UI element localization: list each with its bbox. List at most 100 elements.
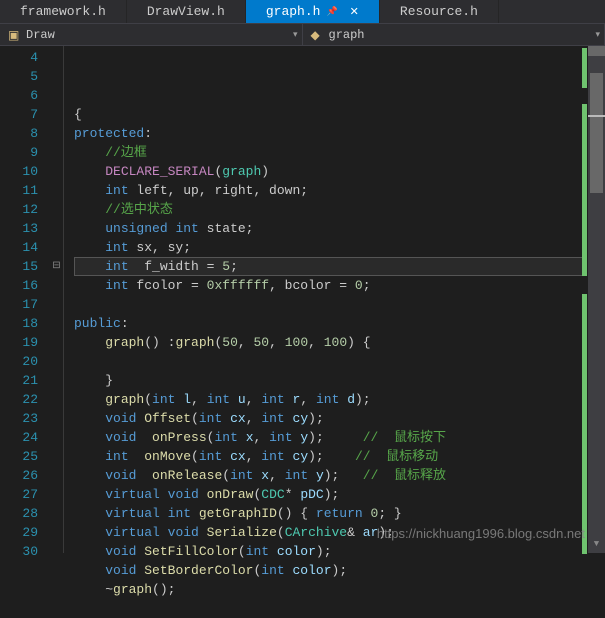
code-editor[interactable]: 4567891011121314151617181920212223242526… [0,46,605,553]
code-line[interactable]: int left, up, right, down; [74,181,605,200]
line-number: 20 [0,352,38,371]
code-line[interactable]: unsigned int state; [74,219,605,238]
code-line[interactable]: int sx, sy; [74,238,605,257]
fold-cell[interactable] [50,67,63,86]
code-line[interactable]: int onMove(int cx, int cy); // 鼠标移动 [74,447,605,466]
change-indicator-bar [582,46,587,553]
fold-cell[interactable] [50,295,63,314]
code-line[interactable]: void onPress(int x, int y); // 鼠标按下 [74,428,605,447]
line-number: 28 [0,504,38,523]
fold-cell[interactable] [50,371,63,390]
fold-cell[interactable] [50,333,63,352]
fold-cell[interactable] [50,238,63,257]
code-line[interactable]: graph() :graph(50, 50, 100, 100) { [74,333,605,352]
fold-cell[interactable] [50,409,63,428]
change-marker [582,104,587,276]
fold-cell[interactable] [50,390,63,409]
fold-cell[interactable] [50,504,63,523]
nav-scope-combo[interactable]: ▣ Draw ▾ [0,24,303,45]
fold-cell[interactable] [50,105,63,124]
line-number: 24 [0,428,38,447]
close-icon[interactable]: ✕ [350,5,359,19]
code-line[interactable]: void SetBorderColor(int color); [74,561,605,580]
file-tab[interactable]: Resource.h [380,0,499,23]
scrollbar-track[interactable] [588,63,605,536]
line-number: 30 [0,542,38,561]
code-line[interactable]: void Offset(int cx, int cy); [74,409,605,428]
code-line[interactable]: public: [74,314,605,333]
fold-cell[interactable] [50,276,63,295]
fold-cell[interactable] [50,447,63,466]
line-number: 16 [0,276,38,295]
split-handle[interactable] [588,46,605,56]
line-number: 27 [0,485,38,504]
code-line[interactable]: } [74,371,605,390]
code-line[interactable]: void SetFillColor(int color); [74,542,605,561]
line-number: 26 [0,466,38,485]
fold-cell[interactable]: ⊟ [50,257,63,276]
fold-cell[interactable] [50,86,63,105]
code-line[interactable]: void onRelease(int x, int y); // 鼠标释放 [74,466,605,485]
scroll-down-icon[interactable]: ▼ [588,536,605,553]
tab-label: graph.h [266,4,321,19]
fold-cell[interactable] [50,48,63,67]
code-line[interactable]: int fcolor = 0xffffff, bcolor = 0; [74,276,605,295]
code-line[interactable]: //边框 [74,143,605,162]
line-number: 15 [0,257,38,276]
file-tabs: framework.h DrawView.h graph.h 📌 ✕ Resource.h [0,0,605,24]
file-tab[interactable]: graph.h 📌 ✕ [246,0,380,23]
code-line[interactable] [74,295,605,314]
code-line[interactable]: graph(int l, int u, int r, int d); [74,390,605,409]
code-line[interactable]: virtual int getGraphID() { return 0; } [74,504,605,523]
fold-cell[interactable] [50,143,63,162]
code-line[interactable]: int f_width = 5; [74,257,585,276]
code-line[interactable]: ~graph(); [74,580,605,599]
file-tab[interactable]: DrawView.h [127,0,246,23]
line-number: 6 [0,86,38,105]
code-area[interactable]: {protected: //边框 DECLARE_SERIAL(graph) i… [64,46,605,553]
fold-cell[interactable] [50,124,63,143]
line-number: 8 [0,124,38,143]
fold-cell[interactable] [50,162,63,181]
code-line[interactable]: protected: [74,124,605,143]
fold-cell[interactable] [50,428,63,447]
navigation-bar: ▣ Draw ▾ ◆ graph ▾ [0,24,605,46]
fold-cell[interactable] [50,314,63,333]
line-number: 11 [0,181,38,200]
fold-cell[interactable] [50,219,63,238]
class-icon: ◆ [311,28,325,42]
nav-scope-label: Draw [26,28,55,42]
tab-label: framework.h [20,4,106,19]
line-number: 4 [0,48,38,67]
fold-cell[interactable] [50,542,63,561]
chevron-down-icon: ▾ [595,30,600,40]
scrollbar-thumb[interactable] [590,73,603,193]
code-line[interactable]: { [74,105,605,124]
line-number: 10 [0,162,38,181]
change-marker [582,294,587,554]
line-number: 18 [0,314,38,333]
fold-cell[interactable] [50,352,63,371]
fold-cell[interactable] [50,485,63,504]
code-line[interactable] [74,599,605,618]
file-tab[interactable]: framework.h [0,0,127,23]
line-number: 7 [0,105,38,124]
pin-icon[interactable]: 📌 [326,7,337,17]
fold-cell[interactable] [50,200,63,219]
code-line[interactable]: virtual void onDraw(CDC* pDC); [74,485,605,504]
code-line[interactable] [74,352,605,371]
fold-column[interactable]: ⊟ [50,46,64,553]
tab-label: DrawView.h [147,4,225,19]
code-line[interactable]: //选中状态 [74,200,605,219]
vertical-scrollbar[interactable]: ▲ ▼ [588,46,605,553]
line-number: 21 [0,371,38,390]
line-number: 5 [0,67,38,86]
nav-member-combo[interactable]: ◆ graph ▾ [303,24,605,45]
line-number: 19 [0,333,38,352]
chevron-down-icon: ▾ [293,30,298,40]
nav-member-label: graph [329,28,365,42]
fold-cell[interactable] [50,181,63,200]
code-line[interactable]: DECLARE_SERIAL(graph) [74,162,605,181]
fold-cell[interactable] [50,466,63,485]
fold-cell[interactable] [50,523,63,542]
